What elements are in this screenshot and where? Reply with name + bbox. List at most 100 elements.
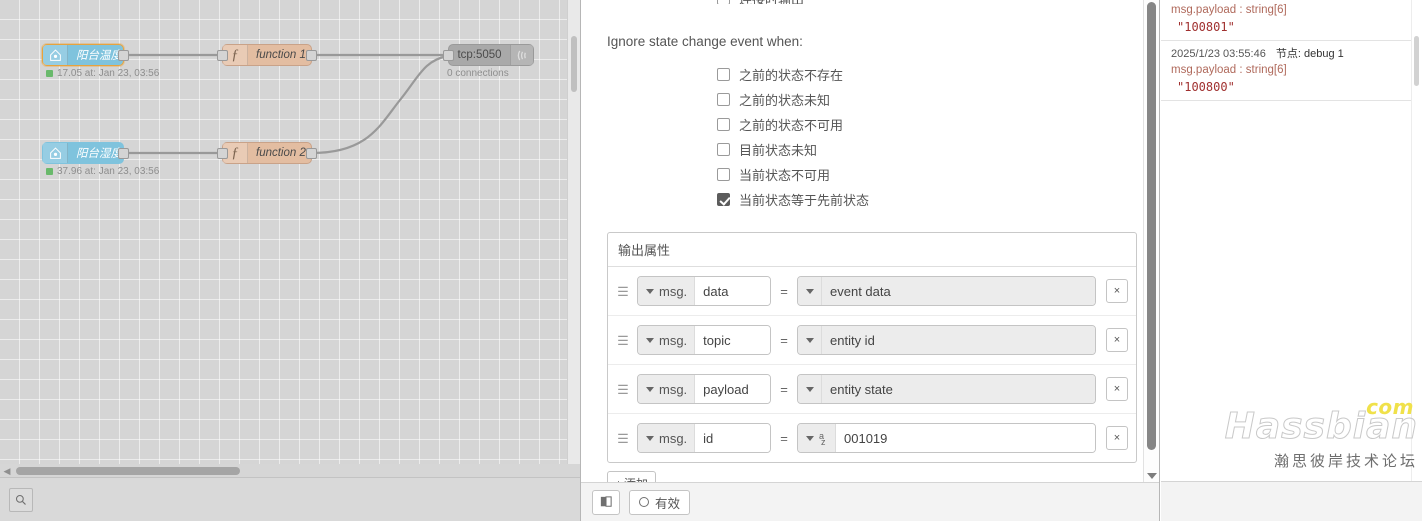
add-property-label: 添加: [624, 475, 648, 482]
value-field[interactable]: entity id: [822, 326, 1095, 354]
property-type-dropdown[interactable]: msg.: [638, 326, 696, 354]
dialog-vertical-scrollbar[interactable]: [1143, 0, 1159, 482]
node-ha-humidity[interactable]: 阳台湿度: [42, 142, 129, 164]
property-name-field[interactable]: id: [695, 424, 770, 452]
drag-handle-icon[interactable]: ☰: [616, 383, 630, 396]
value-input-payload[interactable]: entity state: [797, 374, 1096, 404]
node-ha-temperature[interactable]: 阳台温度: [42, 44, 129, 66]
table-row[interactable]: ☰ msg. topic = entity id ×: [608, 316, 1136, 365]
flow-canvas-grid[interactable]: 阳台温度 17.05 at: Jan 23, 03:56 阳台湿度 37.96 …: [0, 0, 580, 478]
status-dot-icon: [46, 168, 53, 175]
debug-scroll-thumb[interactable]: [1414, 36, 1419, 86]
property-prefix: msg.: [659, 283, 688, 299]
delete-row-button[interactable]: ×: [1106, 328, 1128, 352]
delete-row-button[interactable]: ×: [1106, 279, 1128, 303]
checkbox-prev-state-unavailable[interactable]: [717, 118, 730, 131]
node-output-port[interactable]: [118, 148, 129, 159]
property-type-dropdown[interactable]: msg.: [638, 277, 696, 305]
property-name-field[interactable]: payload: [695, 375, 770, 403]
debug-message-meta: 2025/1/23 03:55:46 节点: debug 1: [1171, 45, 1414, 64]
property-name-field[interactable]: topic: [695, 326, 770, 354]
delete-row-button[interactable]: ×: [1106, 426, 1128, 450]
search-icon[interactable]: [9, 487, 33, 512]
checkbox-row-current-equals-previous[interactable]: 当前状态等于先前状态: [717, 187, 1137, 212]
checkbox-output-on-connect[interactable]: [717, 0, 730, 4]
equals-label: =: [780, 381, 788, 397]
drag-handle-icon[interactable]: ☰: [616, 285, 630, 298]
property-input-payload[interactable]: msg. payload: [637, 374, 771, 404]
canvas-vertical-scroll-thumb[interactable]: [571, 36, 577, 92]
node-status-text: 37.96 at: Jan 23, 03:56: [57, 166, 160, 177]
checkbox-row-prev-state-unavailable[interactable]: 之前的状态不可用: [717, 112, 1137, 137]
checkbox-label: 之前的状态不存在: [739, 68, 844, 83]
checkbox-prev-state-unknown[interactable]: [717, 93, 730, 106]
node-function-1[interactable]: ƒ function 1: [217, 44, 317, 66]
node-input-port[interactable]: [443, 50, 454, 61]
broadcast-icon: [510, 45, 533, 65]
canvas-vertical-scrollbar[interactable]: [567, 0, 580, 478]
checkbox-current-state-unavailable[interactable]: [717, 168, 730, 181]
equals-label: =: [780, 283, 788, 299]
checkbox-prev-state-not-exist[interactable]: [717, 68, 730, 81]
enabled-label: 有效: [655, 496, 681, 511]
value-field[interactable]: 001019: [836, 424, 1095, 452]
value-input-topic[interactable]: entity id: [797, 325, 1096, 355]
debug-vertical-scrollbar[interactable]: [1411, 0, 1422, 521]
canvas-horizontal-scrollbar[interactable]: ◀: [0, 464, 580, 478]
value-type-dropdown[interactable]: az: [798, 424, 836, 452]
add-property-button[interactable]: + 添加: [607, 471, 657, 482]
node-input-port[interactable]: [217, 148, 228, 159]
property-type-dropdown[interactable]: msg.: [638, 424, 696, 452]
dialog-body: 连接时输出 Ignore state change event when: 之前…: [581, 0, 1159, 482]
checkbox-row-partial[interactable]: 连接时输出: [717, 0, 1137, 4]
checkbox-row-current-state-unavailable[interactable]: 当前状态不可用: [717, 162, 1137, 187]
delete-row-button[interactable]: ×: [1106, 377, 1128, 401]
drag-handle-icon[interactable]: ☰: [616, 432, 630, 445]
home-assistant-icon: [43, 45, 68, 65]
home-assistant-icon: [43, 143, 68, 163]
property-name-field[interactable]: data: [695, 277, 770, 305]
list-item[interactable]: 2025/1/23 03:55:46 节点: debug 1 msg.paylo…: [1161, 41, 1422, 101]
list-item[interactable]: msg.payload : string[6] "100801": [1161, 0, 1422, 41]
table-row[interactable]: ☰ msg. id = az 001019 ×: [608, 414, 1136, 462]
node-tcp-out[interactable]: tcp:5050: [443, 44, 534, 66]
node-output-port[interactable]: [306, 50, 317, 61]
node-output-port[interactable]: [306, 148, 317, 159]
dialog-scroll-thumb[interactable]: [1147, 2, 1156, 450]
checkbox-current-equals-previous[interactable]: [717, 193, 730, 206]
drag-handle-icon[interactable]: ☰: [616, 334, 630, 347]
canvas-horizontal-scroll-thumb[interactable]: [16, 467, 240, 475]
property-input-id[interactable]: msg. id: [637, 423, 771, 453]
value-type-dropdown[interactable]: [798, 326, 822, 354]
node-label: function 2: [256, 147, 306, 159]
value-field[interactable]: entity state: [822, 375, 1095, 403]
value-type-dropdown[interactable]: [798, 277, 822, 305]
equals-label: =: [780, 332, 788, 348]
property-input-data[interactable]: msg. data: [637, 276, 771, 306]
book-icon[interactable]: [592, 489, 620, 515]
table-row[interactable]: ☰ msg. payload = entity state ×: [608, 365, 1136, 414]
enabled-toggle-button[interactable]: 有效: [629, 489, 691, 515]
value-input-data[interactable]: event data: [797, 276, 1096, 306]
checkbox-row-prev-state-unknown[interactable]: 之前的状态未知: [717, 87, 1137, 112]
property-input-topic[interactable]: msg. topic: [637, 325, 771, 355]
checkbox-label: 当前状态等于先前状态: [739, 193, 870, 208]
property-type-dropdown[interactable]: msg.: [638, 375, 696, 403]
scroll-down-arrow-icon[interactable]: [1147, 473, 1157, 479]
debug-message-value: "100801": [1177, 20, 1235, 34]
checkbox-current-state-unknown[interactable]: [717, 143, 730, 156]
checkbox-label: 之前的状态不可用: [739, 118, 844, 133]
value-type-dropdown[interactable]: [798, 375, 822, 403]
flow-canvas-pane[interactable]: 阳台温度 17.05 at: Jan 23, 03:56 阳台湿度 37.96 …: [0, 0, 580, 521]
scroll-left-arrow-icon[interactable]: ◀: [0, 466, 14, 476]
node-input-port[interactable]: [217, 50, 228, 61]
checkbox-row-prev-state-not-exist[interactable]: 之前的状态不存在: [717, 62, 1137, 87]
checkbox-row-current-state-unknown[interactable]: 目前状态未知: [717, 137, 1137, 162]
table-row[interactable]: ☰ msg. data = event data ×: [608, 267, 1136, 316]
value-input-id[interactable]: az 001019: [797, 423, 1096, 453]
node-label: 阳台温度: [76, 50, 122, 62]
node-output-port[interactable]: [118, 50, 129, 61]
node-function-2[interactable]: ƒ function 2: [217, 142, 317, 164]
value-field[interactable]: event data: [822, 277, 1095, 305]
node-status-tcp: 0 connections: [447, 68, 509, 79]
